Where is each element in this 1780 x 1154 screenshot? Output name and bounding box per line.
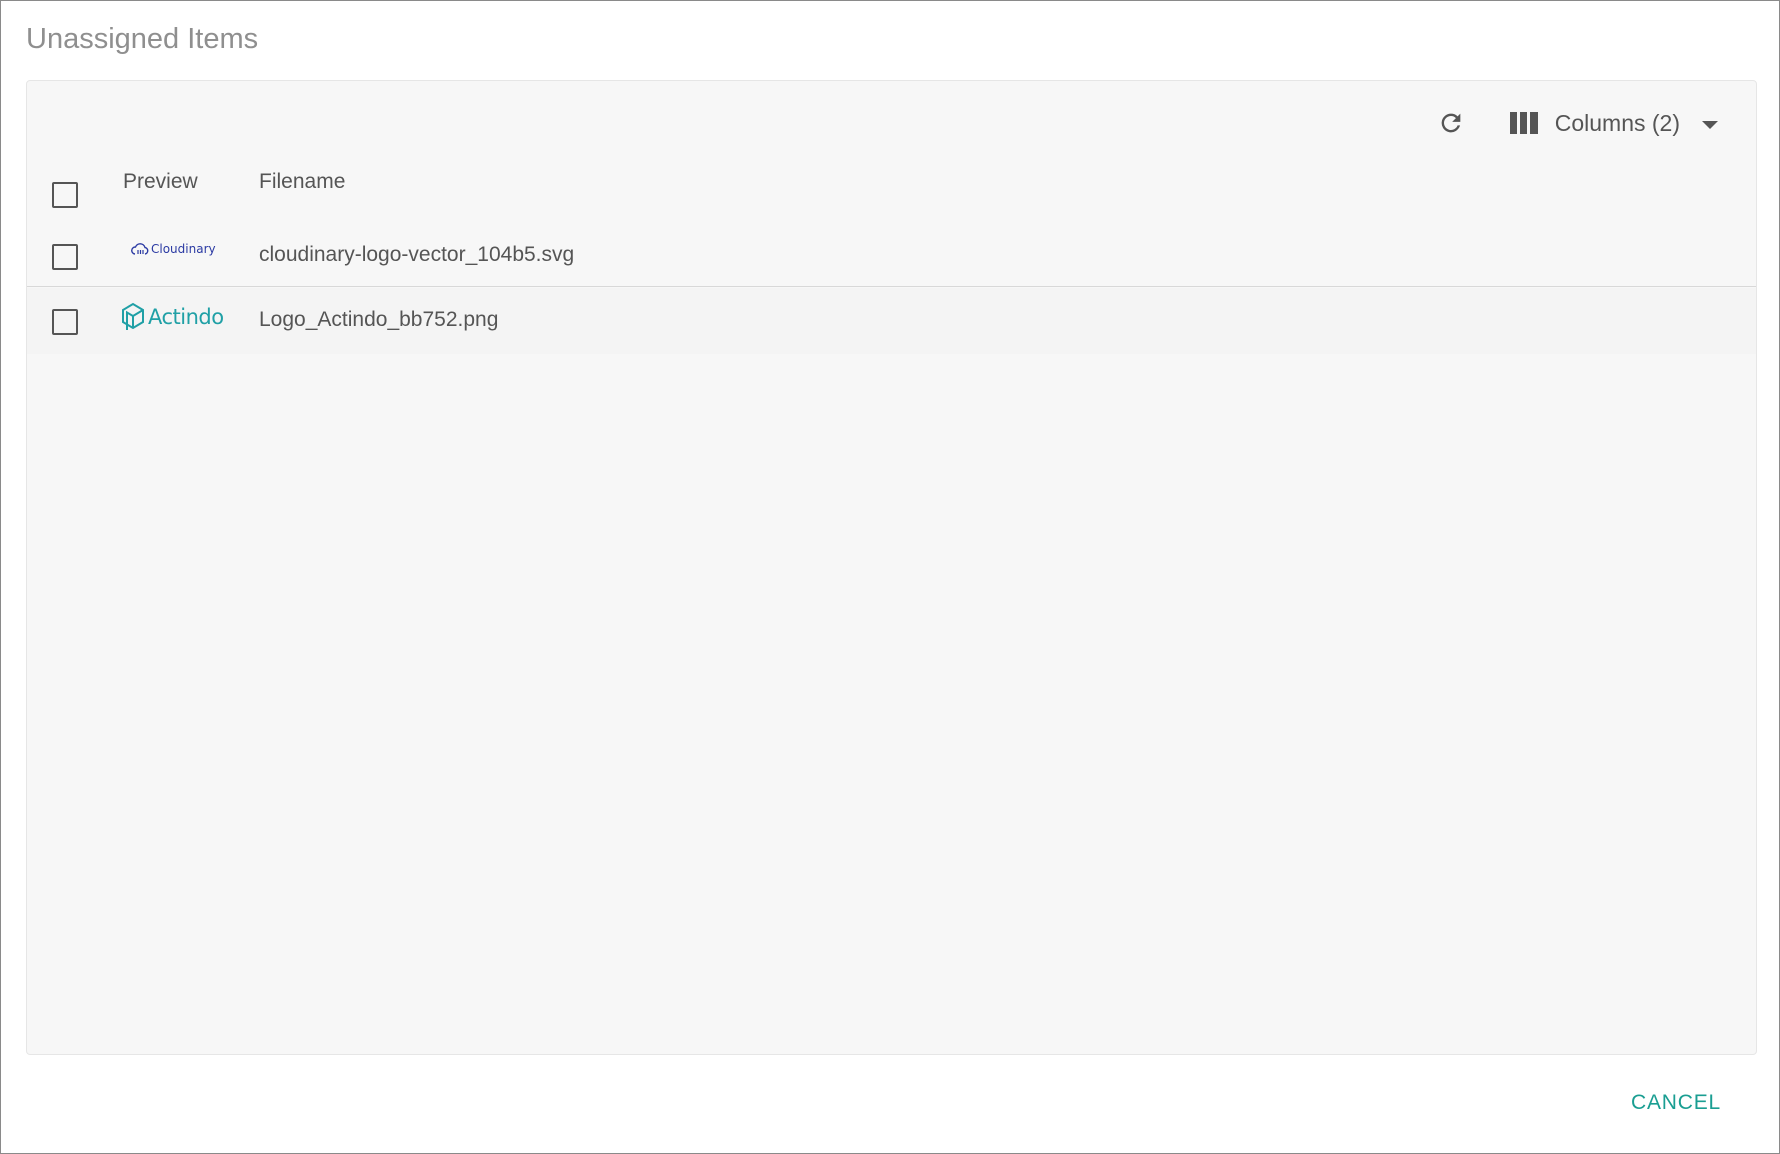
row-checkbox[interactable] [52,309,78,335]
filename-cell: Logo_Actindo_bb752.png [259,308,499,331]
actindo-logo: Actindo [121,302,224,332]
select-all-checkbox[interactable] [52,182,78,208]
columns-label: Columns (2) [1554,109,1680,136]
unassigned-items-dialog: Unassigned Items Columns (2) Preview Fil… [0,0,1780,1154]
column-header-preview[interactable]: Preview [123,170,198,194]
cancel-button[interactable]: CANCEL [1631,1091,1721,1115]
refresh-button[interactable] [1434,106,1468,140]
cloudinary-logo: Cloudinary [131,242,216,256]
row-checkbox[interactable] [52,244,78,270]
cloudinary-logo-text: Cloudinary [151,242,216,256]
dialog-title: Unassigned Items [26,23,259,55]
actindo-cube-icon [122,302,144,330]
cloud-icon [131,243,149,255]
table-row[interactable]: Actindo Logo_Actindo_bb752.png [27,288,1756,354]
table-row[interactable]: Cloudinary cloudinary-logo-vector_104b5.… [27,227,1756,287]
columns-button[interactable]: Columns (2) [1509,109,1718,137]
items-table-panel: Columns (2) Preview Filename Cloudinary … [26,80,1757,1055]
actindo-logo-text: Actindo [148,305,224,329]
refresh-icon [1441,113,1461,133]
columns-icon [1509,112,1538,134]
filename-cell: cloudinary-logo-vector_104b5.svg [259,243,575,266]
column-header-filename[interactable]: Filename [259,170,345,194]
table-toolbar: Columns (2) [1434,103,1718,143]
chevron-down-icon [1702,121,1718,129]
